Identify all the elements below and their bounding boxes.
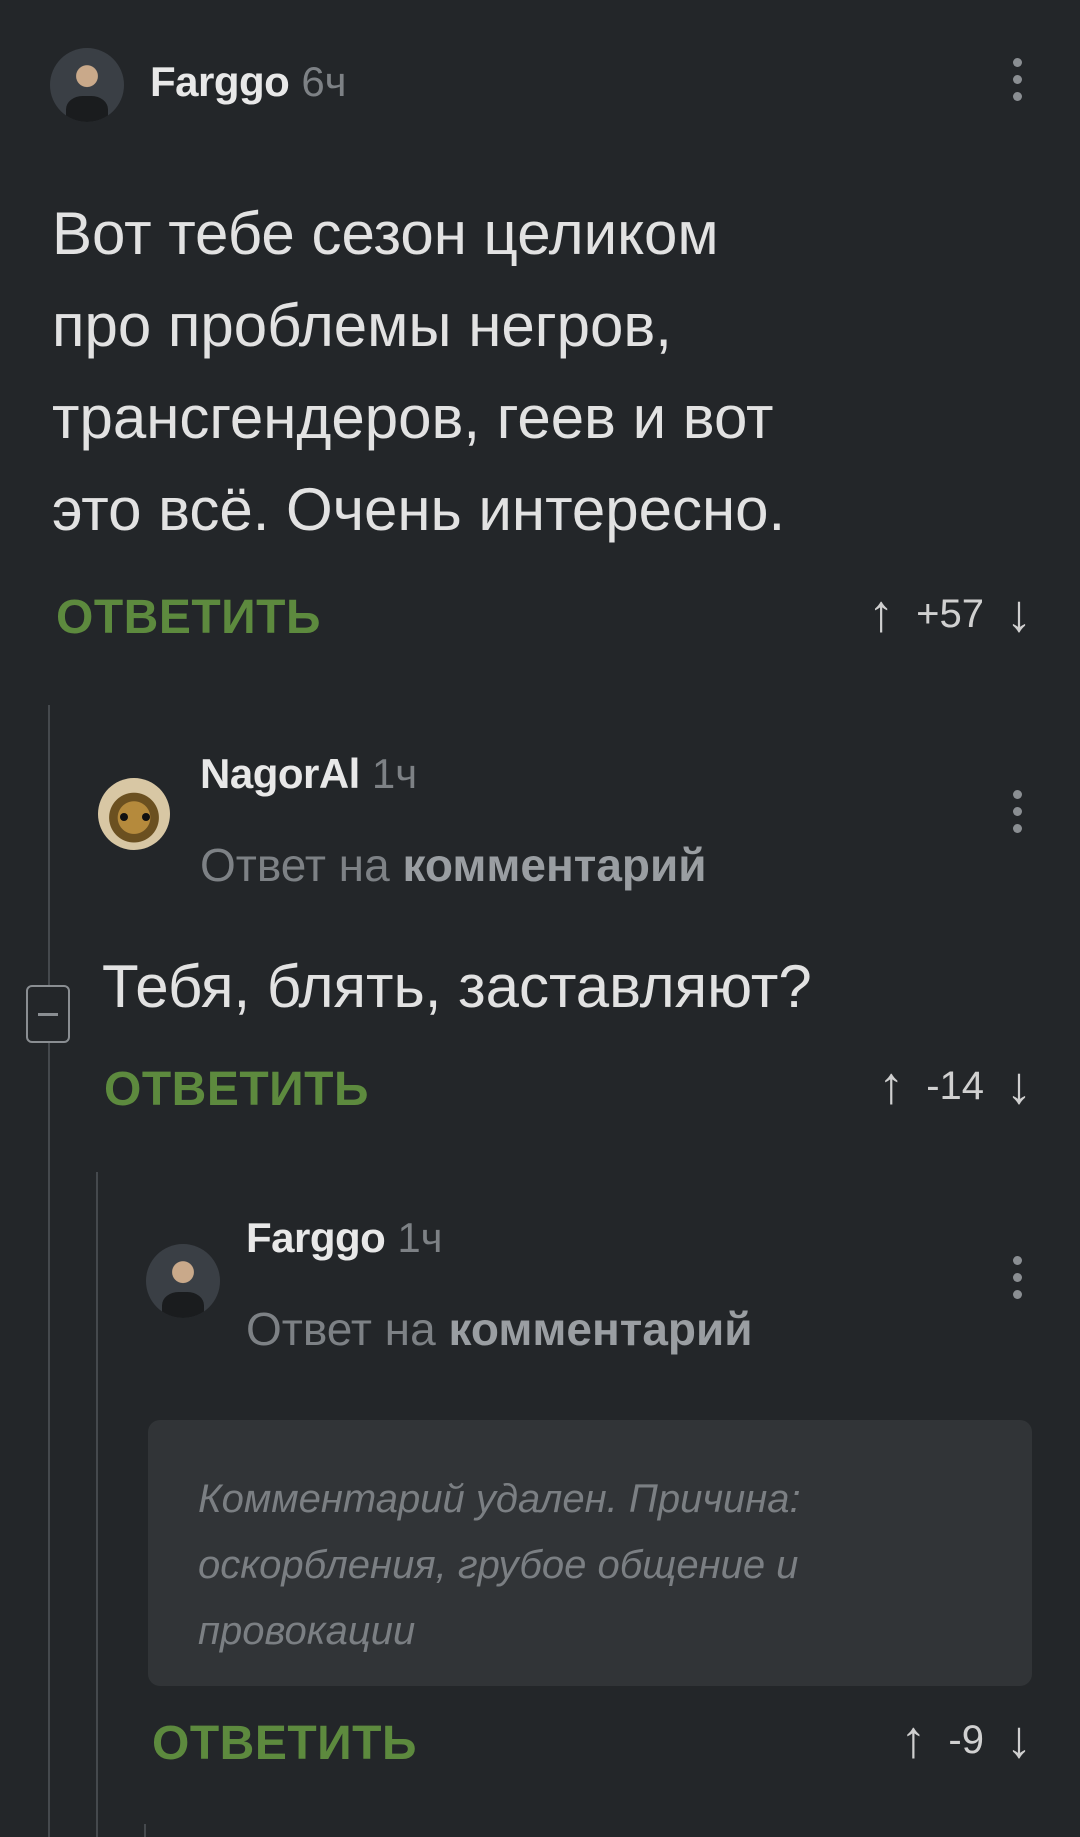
comment-line: это всё. Очень интересно. [52,476,786,543]
avatar[interactable] [146,1244,220,1318]
thread-line [96,1172,98,1837]
reply-button[interactable]: ОТВЕТИТЬ [56,590,321,645]
upvote-icon[interactable]: ↑ [868,588,894,640]
reply-to-link[interactable]: комментарий [402,839,706,891]
comment-text: Тебя, блять, заставляют? [102,953,812,1020]
comment-line: трансгендеров, геев и вот [52,384,774,451]
rating-value: +57 [916,591,984,636]
avatar[interactable] [98,778,170,850]
rating-controls: ↑ +57 ↓ [868,588,1032,640]
comment-header: Farggo 6ч [150,58,347,106]
more-options-icon[interactable] [1012,790,1022,833]
more-options-icon[interactable] [1012,1256,1022,1299]
collapse-thread-button[interactable] [26,985,70,1043]
avatar[interactable] [50,48,124,122]
reply-to-prefix: Ответ на [200,839,390,891]
comment-time: 1ч [371,750,418,797]
upvote-icon[interactable]: ↑ [900,1714,926,1766]
comment-time: 1ч [397,1214,443,1261]
downvote-icon[interactable]: ↓ [1006,588,1032,640]
comment-line: про проблемы негров, [52,292,672,359]
reply-to-label[interactable]: Ответ на комментарий [246,1302,753,1356]
rating-value: -14 [926,1063,984,1108]
downvote-icon[interactable]: ↓ [1006,1060,1032,1112]
comment-line: Вот тебе сезон целиком [52,200,719,267]
upvote-icon[interactable]: ↑ [878,1060,904,1112]
comment-text: Вот тебе сезон целиком про проблемы негр… [52,188,785,556]
deleted-line: Комментарий удален. Причина: [198,1477,801,1521]
deleted-line: оскорбления, грубое общение и [198,1543,799,1587]
reply-button[interactable]: ОТВЕТИТЬ [104,1062,369,1117]
downvote-icon[interactable]: ↓ [1006,1714,1032,1766]
more-options-icon[interactable] [1012,58,1022,101]
username[interactable]: NagorAl [200,750,360,798]
reply-to-label[interactable]: Ответ на комментарий [200,838,707,892]
username[interactable]: Farggo [150,58,290,106]
rating-value: -9 [948,1717,984,1762]
thread-line [48,705,50,1837]
reply-to-link[interactable]: комментарий [448,1303,752,1355]
username[interactable]: Farggo [246,1214,386,1262]
reply-button[interactable]: ОТВЕТИТЬ [152,1716,417,1771]
thread-line [144,1824,146,1837]
rating-controls: ↑ -9 ↓ [900,1714,1032,1766]
reply-to-prefix: Ответ на [246,1303,436,1355]
comment-header: NagorAl 1ч [200,750,417,798]
comment-time: 6ч [301,58,347,105]
deleted-line: провокации [198,1609,416,1653]
comment-header: Farggo 1ч [246,1214,443,1262]
deleted-comment-notice: Комментарий удален. Причина: оскорбления… [148,1420,1032,1686]
rating-controls: ↑ -14 ↓ [878,1060,1032,1112]
